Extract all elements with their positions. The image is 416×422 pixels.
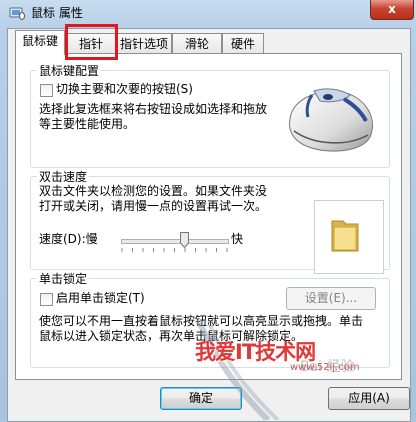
speed-slider-thumb[interactable] <box>180 232 190 249</box>
window-title: 鼠标 属性 <box>31 6 83 20</box>
click-lock-checkbox[interactable] <box>40 293 53 306</box>
mouse-illustration <box>289 88 373 152</box>
tab-pointer-options[interactable]: 指针选项 <box>116 33 172 54</box>
fast-label: 快 <box>231 232 244 246</box>
title-bar[interactable]: 鼠标 属性 x <box>0 0 416 26</box>
tab-label: 指针选项 <box>119 37 168 51</box>
folder-icon <box>331 220 359 252</box>
description-text: 打开或关闭，请用慢一点的设置再试一次。 <box>39 199 268 213</box>
mouse-app-icon <box>9 7 25 20</box>
button-label: 设置(E)... <box>304 291 358 305</box>
speed-label: 速度(D):慢 <box>39 232 98 246</box>
group-title: 单击锁定 <box>37 270 90 287</box>
tab-label: 硬件 <box>230 37 255 51</box>
test-folder-area[interactable] <box>314 200 384 274</box>
tab-label: 滑轮 <box>184 37 209 51</box>
site-watermark-url: www.52ij.com <box>290 362 360 373</box>
tab-label: 鼠标键 <box>21 34 58 48</box>
description-text: 等主要性能使用。 <box>39 117 136 131</box>
description-text: 选择此复选框来将右按钮设成如选择和拖放 <box>39 102 268 116</box>
tab-wheel[interactable]: 滑轮 <box>172 33 222 54</box>
switch-buttons-checkbox[interactable] <box>40 84 53 97</box>
button-label: 应用(A) <box>348 391 390 405</box>
checkbox-label: 切换主要和次要的按钮(S) <box>56 82 193 96</box>
apply-button[interactable]: 应用(A) <box>328 387 410 410</box>
group-title: 双击速度 <box>37 168 90 185</box>
checkbox-label: 启用单击锁定(T) <box>56 291 145 305</box>
slider-ticks <box>121 248 228 252</box>
close-icon: x <box>388 2 396 16</box>
description-text: 双击文件夹以检测您的设置。如果文件夹没 <box>39 184 268 198</box>
tab-hardware[interactable]: 硬件 <box>222 33 264 54</box>
highlight-box <box>65 24 118 60</box>
tab-mouse-buttons[interactable]: 鼠标键 <box>15 30 65 55</box>
close-button[interactable]: x <box>370 0 414 20</box>
speed-slider-track[interactable] <box>121 239 229 244</box>
click-lock-settings-button[interactable]: 设置(E)... <box>286 287 376 310</box>
group-title: 鼠标键配置 <box>37 62 102 79</box>
